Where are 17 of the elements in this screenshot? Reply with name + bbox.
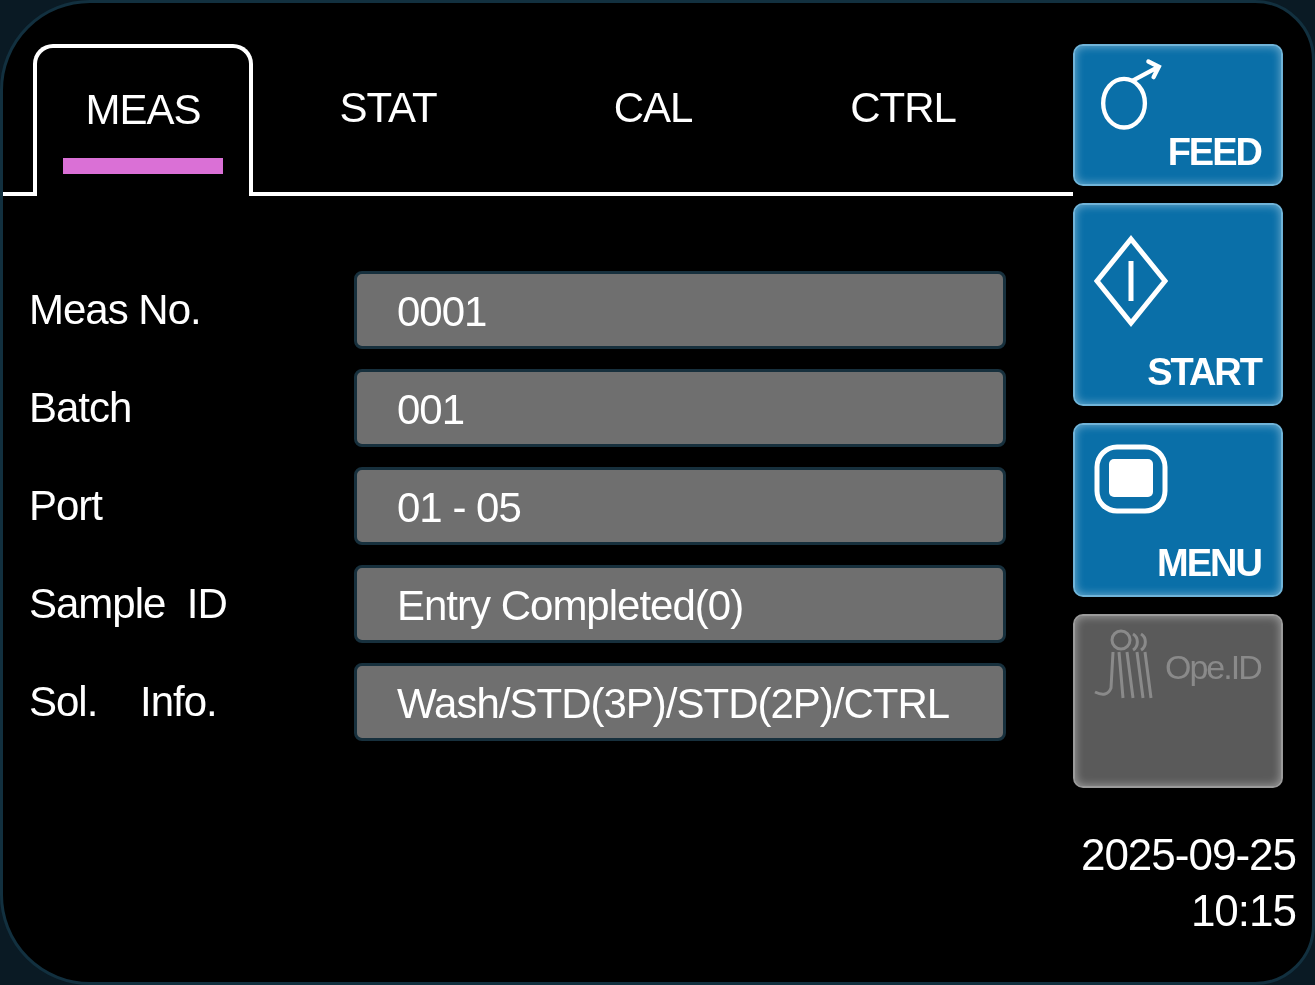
menu-button[interactable]: MENU	[1073, 423, 1283, 597]
feed-button[interactable]: FEED	[1073, 44, 1283, 186]
value-field[interactable]: 01 - 05	[354, 467, 1006, 545]
tab[interactable]: MEAS	[33, 44, 253, 196]
field-label: Port	[28, 482, 104, 530]
value-field[interactable]: 001	[354, 369, 1006, 447]
diamond-icon	[1093, 235, 1169, 327]
value-field[interactable]: 0001	[354, 271, 1006, 349]
time-text: 10:15	[1190, 885, 1296, 937]
date-text: 2025-09-25	[1080, 829, 1296, 881]
field-label: Batch	[28, 384, 133, 432]
start-button[interactable]: START	[1073, 203, 1283, 406]
field-label: Sol. Info.	[28, 678, 218, 726]
value-field[interactable]: Entry Completed(0)	[354, 565, 1006, 643]
field-label: Meas No.	[28, 286, 202, 334]
field-label: Sample ID	[28, 580, 228, 628]
value-field[interactable]: Wash/STD(3P)/STD(2P)/CTRL	[354, 663, 1006, 741]
